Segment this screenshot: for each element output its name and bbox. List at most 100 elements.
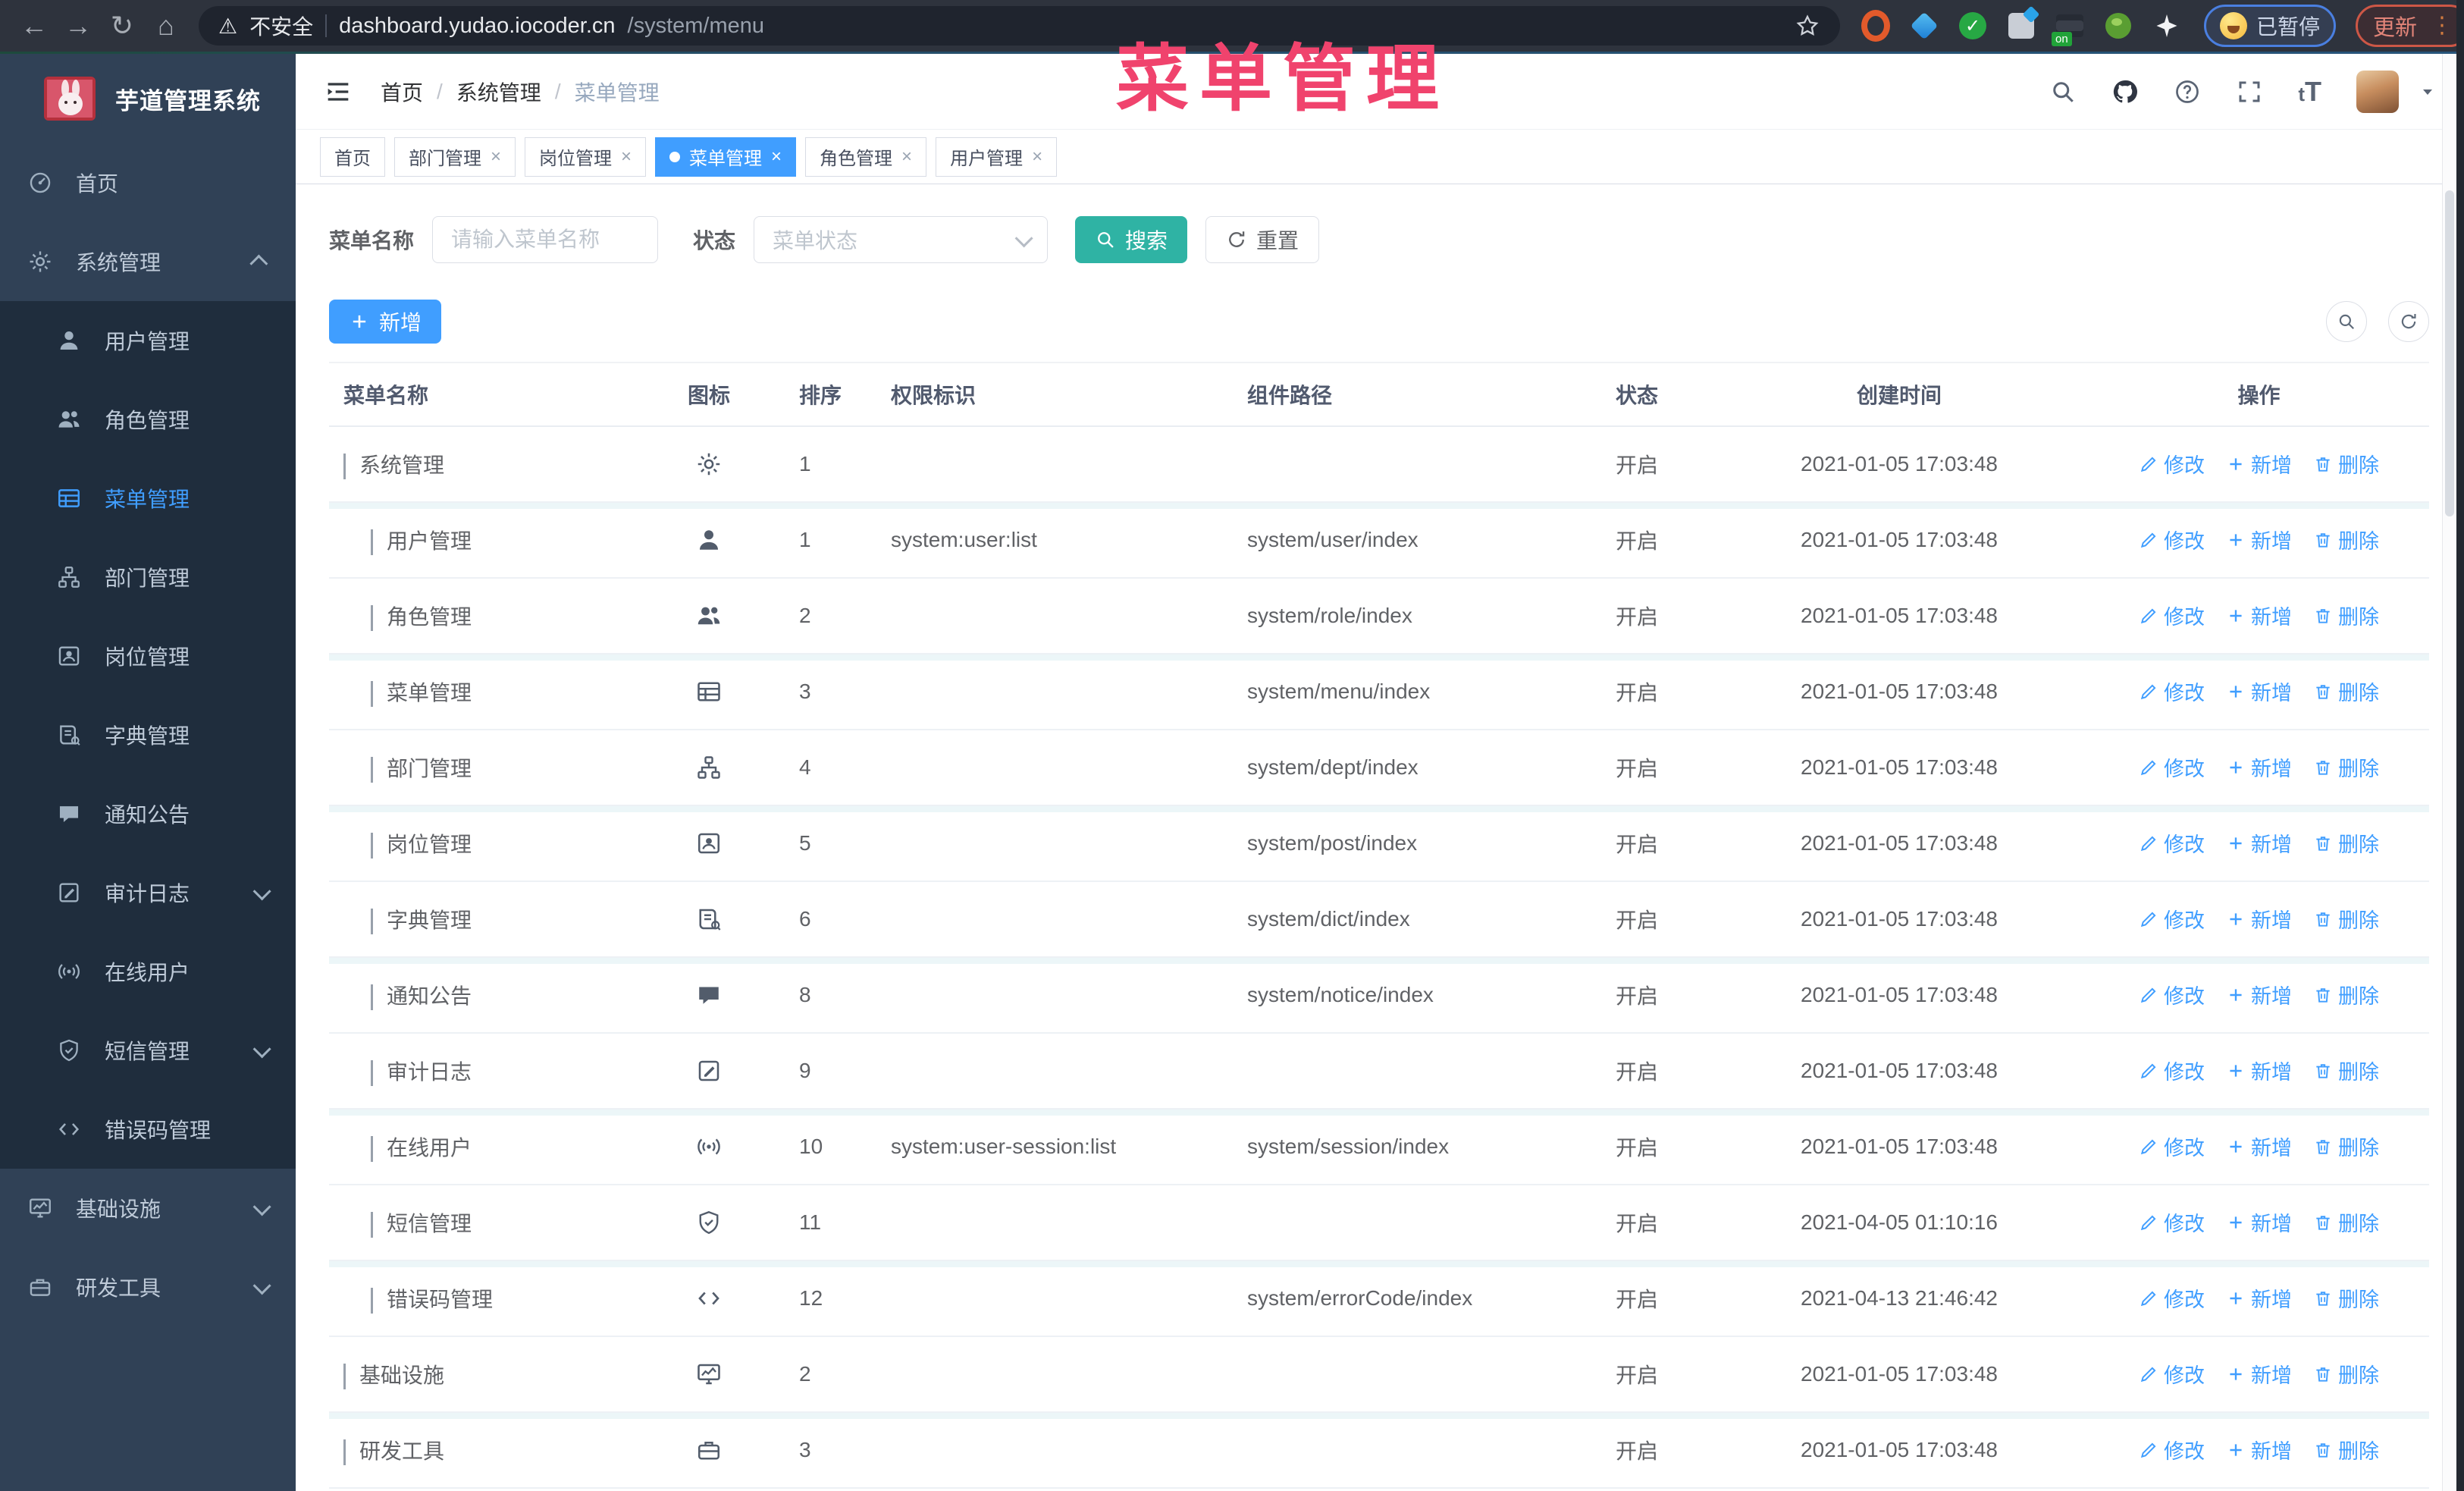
edit-link[interactable]: 修改	[2139, 1435, 2205, 1464]
breadcrumb-system[interactable]: 系统管理	[456, 77, 541, 107]
extension-icon[interactable]	[1861, 10, 1890, 42]
edit-link[interactable]: 修改	[2139, 601, 2205, 630]
add-link[interactable]: 新增	[2226, 449, 2292, 479]
sidebar-item[interactable]: 在线用户	[0, 932, 296, 1011]
add-link[interactable]: 新增	[2226, 1435, 2292, 1464]
sidebar-item[interactable]: 通知公告	[0, 774, 296, 853]
add-link[interactable]: 新增	[2226, 980, 2292, 1009]
github-icon[interactable]	[2111, 78, 2139, 105]
address-bar[interactable]: ⚠ 不安全 dashboard.yudao.iocoder.cn /system…	[199, 6, 1840, 46]
edit-link[interactable]: 修改	[2139, 980, 2205, 1009]
extension-icon[interactable]: ✓	[1958, 11, 1987, 40]
add-link[interactable]: 新增	[2226, 1359, 2292, 1389]
add-link[interactable]: 新增	[2226, 1132, 2292, 1161]
menu-name-input[interactable]	[432, 216, 659, 263]
sidebar-item[interactable]: 字典管理	[0, 695, 296, 774]
add-button[interactable]: 新增	[329, 300, 442, 344]
expand-arrow-icon[interactable]	[371, 1288, 373, 1314]
reset-button[interactable]: 重置	[1205, 216, 1320, 263]
fullscreen-icon[interactable]	[2236, 78, 2263, 105]
sidebar-item[interactable]: 首页	[0, 143, 296, 222]
add-link[interactable]: 新增	[2226, 676, 2292, 706]
edit-link[interactable]: 修改	[2139, 1283, 2205, 1313]
delete-link[interactable]: 删除	[2313, 1056, 2379, 1085]
edit-link[interactable]: 修改	[2139, 676, 2205, 706]
view-tab[interactable]: 角色管理 ×	[805, 137, 927, 177]
expand-arrow-icon[interactable]	[371, 1136, 373, 1162]
delete-link[interactable]: 删除	[2313, 1207, 2379, 1237]
delete-link[interactable]: 删除	[2313, 676, 2379, 706]
edit-link[interactable]: 修改	[2139, 904, 2205, 934]
extension-icon[interactable]	[1910, 11, 1939, 40]
edit-link[interactable]: 修改	[2139, 1132, 2205, 1161]
edit-link[interactable]: 修改	[2139, 752, 2205, 782]
edit-link[interactable]: 修改	[2139, 1359, 2205, 1389]
delete-link[interactable]: 删除	[2313, 1283, 2379, 1313]
expand-arrow-icon[interactable]	[371, 984, 373, 1010]
expand-arrow-icon[interactable]	[371, 833, 373, 859]
extension-icon[interactable]	[2007, 11, 2036, 40]
delete-link[interactable]: 删除	[2313, 980, 2379, 1009]
page-scrollbar[interactable]	[2442, 54, 2456, 1491]
status-select[interactable]: 菜单状态	[754, 216, 1049, 263]
sidebar-item[interactable]: 审计日志	[0, 853, 296, 932]
delete-link[interactable]: 删除	[2313, 1132, 2379, 1161]
extension-icon[interactable]	[2104, 11, 2133, 40]
sidebar-item[interactable]: 部门管理	[0, 538, 296, 617]
view-tab[interactable]: 岗位管理 ×	[525, 137, 647, 177]
avatar[interactable]	[2356, 70, 2399, 113]
forward-button[interactable]: →	[56, 4, 100, 48]
font-size-icon[interactable]: tT	[2298, 76, 2321, 108]
sidebar-item[interactable]: 岗位管理	[0, 617, 296, 695]
breadcrumb-home[interactable]: 首页	[381, 77, 423, 107]
browser-update-button[interactable]: 更新 ⋮	[2356, 5, 2464, 47]
expand-arrow-icon[interactable]	[371, 757, 373, 783]
logo-row[interactable]: 芋道管理系统	[0, 54, 296, 143]
expand-arrow-icon[interactable]	[371, 605, 373, 631]
extension-icon[interactable]	[2152, 11, 2181, 40]
add-link[interactable]: 新增	[2226, 1056, 2292, 1085]
bookmark-star-icon[interactable]	[1795, 13, 1820, 39]
close-icon[interactable]: ×	[1032, 147, 1042, 166]
sidebar-item[interactable]: 用户管理	[0, 301, 296, 380]
add-link[interactable]: 新增	[2226, 752, 2292, 782]
show-search-button[interactable]	[2326, 301, 2367, 342]
add-link[interactable]: 新增	[2226, 1207, 2292, 1237]
edit-link[interactable]: 修改	[2139, 828, 2205, 858]
add-link[interactable]: 新增	[2226, 601, 2292, 630]
edit-link[interactable]: 修改	[2139, 525, 2205, 554]
scrollbar-thumb[interactable]	[2445, 190, 2454, 516]
add-link[interactable]: 新增	[2226, 525, 2292, 554]
add-link[interactable]: 新增	[2226, 904, 2292, 934]
delete-link[interactable]: 删除	[2313, 449, 2379, 479]
close-icon[interactable]: ×	[901, 147, 912, 166]
delete-link[interactable]: 删除	[2313, 525, 2379, 554]
sidebar-item[interactable]: 角色管理	[0, 380, 296, 459]
chevron-down-icon[interactable]	[2419, 83, 2437, 101]
close-icon[interactable]: ×	[491, 147, 501, 166]
sidebar-item[interactable]: 短信管理	[0, 1011, 296, 1090]
search-icon[interactable]	[2049, 78, 2077, 105]
expand-arrow-icon[interactable]	[371, 681, 373, 707]
paused-profile-badge[interactable]: 已暂停	[2204, 5, 2337, 47]
delete-link[interactable]: 删除	[2313, 1435, 2379, 1464]
expand-arrow-icon[interactable]	[371, 909, 373, 934]
view-tab[interactable]: 用户管理 ×	[936, 137, 1058, 177]
expand-arrow-icon[interactable]	[371, 1060, 373, 1086]
view-tab[interactable]: 首页	[320, 137, 385, 177]
hamburger-icon[interactable]	[323, 77, 353, 107]
add-link[interactable]: 新增	[2226, 828, 2292, 858]
delete-link[interactable]: 删除	[2313, 904, 2379, 934]
sidebar-item[interactable]: 系统管理	[0, 222, 296, 301]
extension-icon[interactable]: on	[2052, 11, 2084, 46]
expand-arrow-icon[interactable]	[371, 529, 373, 555]
search-button[interactable]: 搜索	[1075, 216, 1188, 263]
delete-link[interactable]: 删除	[2313, 752, 2379, 782]
browser-menu-icon[interactable]: ⋮	[2431, 14, 2453, 37]
sidebar-item[interactable]: 菜单管理	[0, 459, 296, 538]
help-icon[interactable]	[2174, 78, 2201, 105]
sidebar-item[interactable]: 错误码管理	[0, 1090, 296, 1169]
edit-link[interactable]: 修改	[2139, 449, 2205, 479]
add-link[interactable]: 新增	[2226, 1283, 2292, 1313]
home-button[interactable]: ⌂	[144, 4, 188, 48]
